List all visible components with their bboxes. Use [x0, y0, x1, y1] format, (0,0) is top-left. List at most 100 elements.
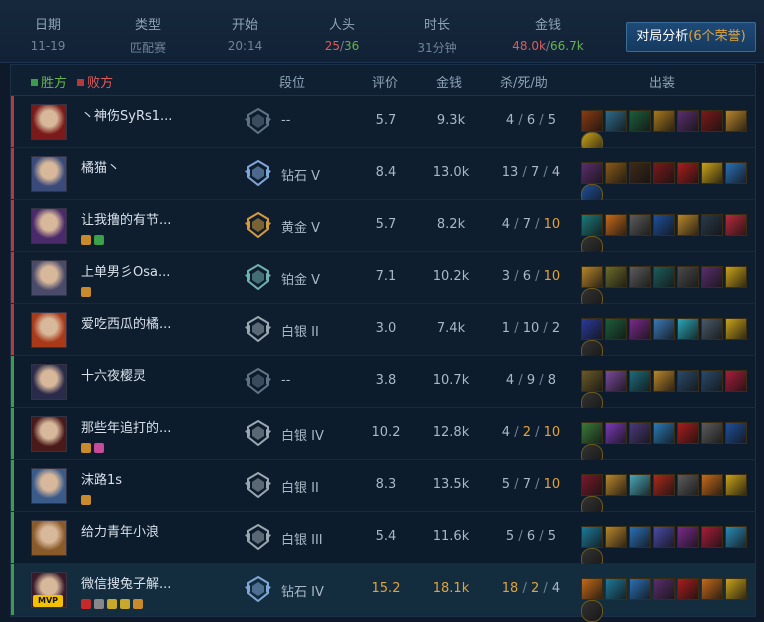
item-icon[interactable] — [653, 422, 675, 444]
item-icon[interactable] — [605, 110, 627, 132]
item-icon[interactable] — [605, 474, 627, 496]
player-row[interactable]: 那些年追打的... 白银 IV 10.2 12.8k 4 / 2 / 10 — [11, 408, 755, 466]
item-icon[interactable] — [605, 318, 627, 340]
item-icon[interactable] — [677, 318, 699, 340]
item-icon[interactable] — [677, 162, 699, 184]
item-icon[interactable] — [653, 370, 675, 392]
item-icon[interactable] — [581, 578, 603, 600]
item-icon[interactable] — [581, 370, 603, 392]
item-icon[interactable] — [701, 422, 723, 444]
item-icon[interactable] — [629, 578, 651, 600]
item-icon[interactable] — [701, 266, 723, 288]
item-icon[interactable] — [605, 370, 627, 392]
item-icon[interactable] — [677, 214, 699, 236]
item-icon[interactable] — [677, 578, 699, 600]
item-icon[interactable] — [725, 526, 747, 548]
item-icon[interactable] — [725, 318, 747, 340]
player-row[interactable]: 十六夜樱灵 -- 3.8 10.7k 4 / 9 / 8 — [11, 356, 755, 414]
player-row[interactable]: MVP 微信搜兔子解... 钻石 IV 15.2 18.1k 18 / 2 / 4 — [11, 564, 755, 622]
item-icon[interactable] — [581, 526, 603, 548]
item-icon[interactable] — [629, 318, 651, 340]
item-icon[interactable] — [653, 526, 675, 548]
champion-avatar[interactable] — [31, 520, 67, 556]
item-icon[interactable] — [677, 266, 699, 288]
item-icon[interactable] — [701, 110, 723, 132]
player-name[interactable]: 上单男彡Osa... — [81, 261, 170, 280]
item-icon[interactable] — [581, 110, 603, 132]
player-row[interactable]: 上单男彡Osa... 铂金 V 7.1 10.2k 3 / 6 / 10 — [11, 252, 755, 310]
item-icon[interactable] — [581, 266, 603, 288]
item-icon[interactable] — [653, 110, 675, 132]
item-icon[interactable] — [629, 474, 651, 496]
item-icon[interactable] — [653, 318, 675, 340]
item-icon[interactable] — [605, 162, 627, 184]
player-row[interactable]: 丶神伤SyRs1... -- 5.7 9.3k 4 / 6 / 5 — [11, 96, 755, 154]
champion-avatar[interactable] — [31, 312, 67, 348]
player-name[interactable]: 爱吃西瓜的橘... — [81, 313, 171, 332]
item-icon[interactable] — [581, 422, 603, 444]
champion-avatar[interactable] — [31, 260, 67, 296]
champion-avatar[interactable] — [31, 468, 67, 504]
item-icon[interactable] — [605, 266, 627, 288]
player-name[interactable]: 让我撸的有节... — [81, 209, 171, 228]
player-name[interactable]: 那些年追打的... — [81, 417, 171, 436]
match-analysis-button[interactable]: 对局分析(6个荣誉) — [626, 22, 756, 52]
item-icon[interactable] — [629, 422, 651, 444]
item-icon[interactable] — [725, 110, 747, 132]
item-icon[interactable] — [701, 318, 723, 340]
player-name[interactable]: 沫路1s — [81, 469, 122, 488]
item-icon[interactable] — [677, 110, 699, 132]
item-icon[interactable] — [701, 162, 723, 184]
item-icon[interactable] — [725, 214, 747, 236]
player-name[interactable]: 微信搜兔子解... — [81, 573, 171, 592]
item-icon[interactable] — [725, 474, 747, 496]
item-icon[interactable] — [653, 162, 675, 184]
player-row[interactable]: 给力青年小浪 白银 III 5.4 11.6k 5 / 6 / 5 — [11, 512, 755, 570]
item-icon[interactable] — [725, 266, 747, 288]
item-icon[interactable] — [701, 474, 723, 496]
champion-avatar[interactable] — [31, 208, 67, 244]
item-icon[interactable] — [677, 474, 699, 496]
item-icon[interactable] — [581, 318, 603, 340]
item-icon[interactable] — [677, 526, 699, 548]
item-icon[interactable] — [653, 214, 675, 236]
player-name[interactable]: 丶神伤SyRs1... — [81, 105, 172, 124]
item-icon[interactable] — [629, 214, 651, 236]
item-icon[interactable] — [629, 162, 651, 184]
item-icon[interactable] — [653, 578, 675, 600]
item-icon[interactable] — [701, 526, 723, 548]
champion-avatar[interactable] — [31, 416, 67, 452]
player-row[interactable]: 沫路1s 白银 II 8.3 13.5k 5 / 7 / 10 — [11, 460, 755, 518]
item-icon[interactable] — [725, 162, 747, 184]
item-icon[interactable] — [581, 214, 603, 236]
item-icon[interactable] — [581, 474, 603, 496]
item-icon[interactable] — [605, 214, 627, 236]
champion-avatar[interactable] — [31, 104, 67, 140]
item-icon[interactable] — [629, 526, 651, 548]
item-icon[interactable] — [653, 474, 675, 496]
item-icon[interactable] — [605, 526, 627, 548]
item-icon[interactable] — [701, 214, 723, 236]
player-row[interactable]: 让我撸的有节... 黄金 V 5.7 8.2k 4 / 7 / 10 — [11, 200, 755, 258]
player-row[interactable]: 爱吃西瓜的橘... 白银 II 3.0 7.4k 1 / 10 / 2 — [11, 304, 755, 362]
champion-avatar[interactable] — [31, 364, 67, 400]
trinket-icon[interactable] — [581, 600, 603, 622]
champion-avatar[interactable] — [31, 156, 67, 192]
item-icon[interactable] — [725, 370, 747, 392]
item-icon[interactable] — [677, 422, 699, 444]
player-name[interactable]: 橘猫丶 — [81, 157, 120, 176]
item-icon[interactable] — [605, 578, 627, 600]
player-row[interactable]: 橘猫丶 钻石 V 8.4 13.0k 13 / 7 / 4 — [11, 148, 755, 206]
item-icon[interactable] — [701, 370, 723, 392]
item-icon[interactable] — [725, 422, 747, 444]
player-name[interactable]: 给力青年小浪 — [81, 521, 159, 540]
item-icon[interactable] — [677, 370, 699, 392]
item-icon[interactable] — [701, 578, 723, 600]
item-icon[interactable] — [605, 422, 627, 444]
player-name[interactable]: 十六夜樱灵 — [81, 365, 146, 384]
item-icon[interactable] — [725, 578, 747, 600]
item-icon[interactable] — [581, 162, 603, 184]
item-icon[interactable] — [629, 370, 651, 392]
item-icon[interactable] — [629, 266, 651, 288]
item-icon[interactable] — [653, 266, 675, 288]
